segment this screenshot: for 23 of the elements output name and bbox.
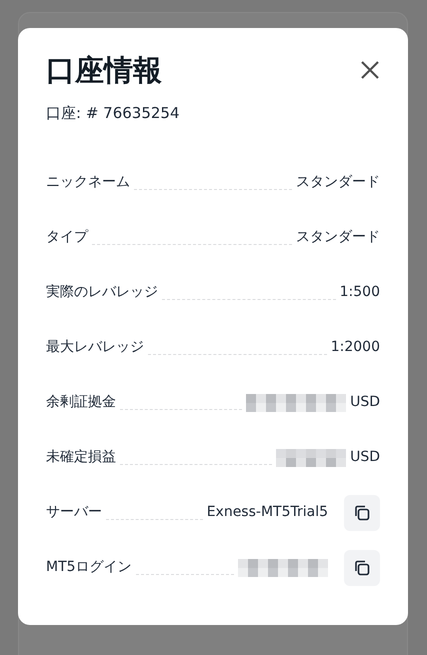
field-value: 1:2000 — [330, 338, 380, 357]
copy-icon — [354, 560, 370, 576]
field-label: 未確定損益 — [46, 448, 116, 467]
account-number: 口座: # 76635254 — [46, 103, 181, 123]
copy-button[interactable] — [344, 494, 380, 530]
field-value: 1:500 — [340, 283, 380, 302]
field-label: 最大レバレッジ — [46, 338, 144, 357]
close-icon — [361, 61, 379, 79]
field-label: MT5ログイン — [46, 558, 132, 577]
unit-label: USD — [350, 393, 380, 412]
field-value: スタンダード — [296, 173, 380, 192]
copy-icon — [354, 504, 370, 520]
field-label: 実際のレバレッジ — [46, 283, 158, 302]
copy-button[interactable] — [344, 550, 380, 586]
field-label: タイプ — [46, 228, 88, 247]
field-label: ニックネーム — [46, 173, 130, 192]
field-label: サーバー — [46, 503, 102, 522]
pixelated-mask — [276, 448, 346, 466]
field-value: Exness-MT5Trial5 — [206, 503, 328, 522]
dialog-title: 口座情報 — [46, 52, 162, 89]
unit-label: USD — [350, 448, 380, 467]
field-value: スタンダード — [296, 228, 380, 247]
field-label: 余剰証拠金 — [46, 393, 116, 412]
